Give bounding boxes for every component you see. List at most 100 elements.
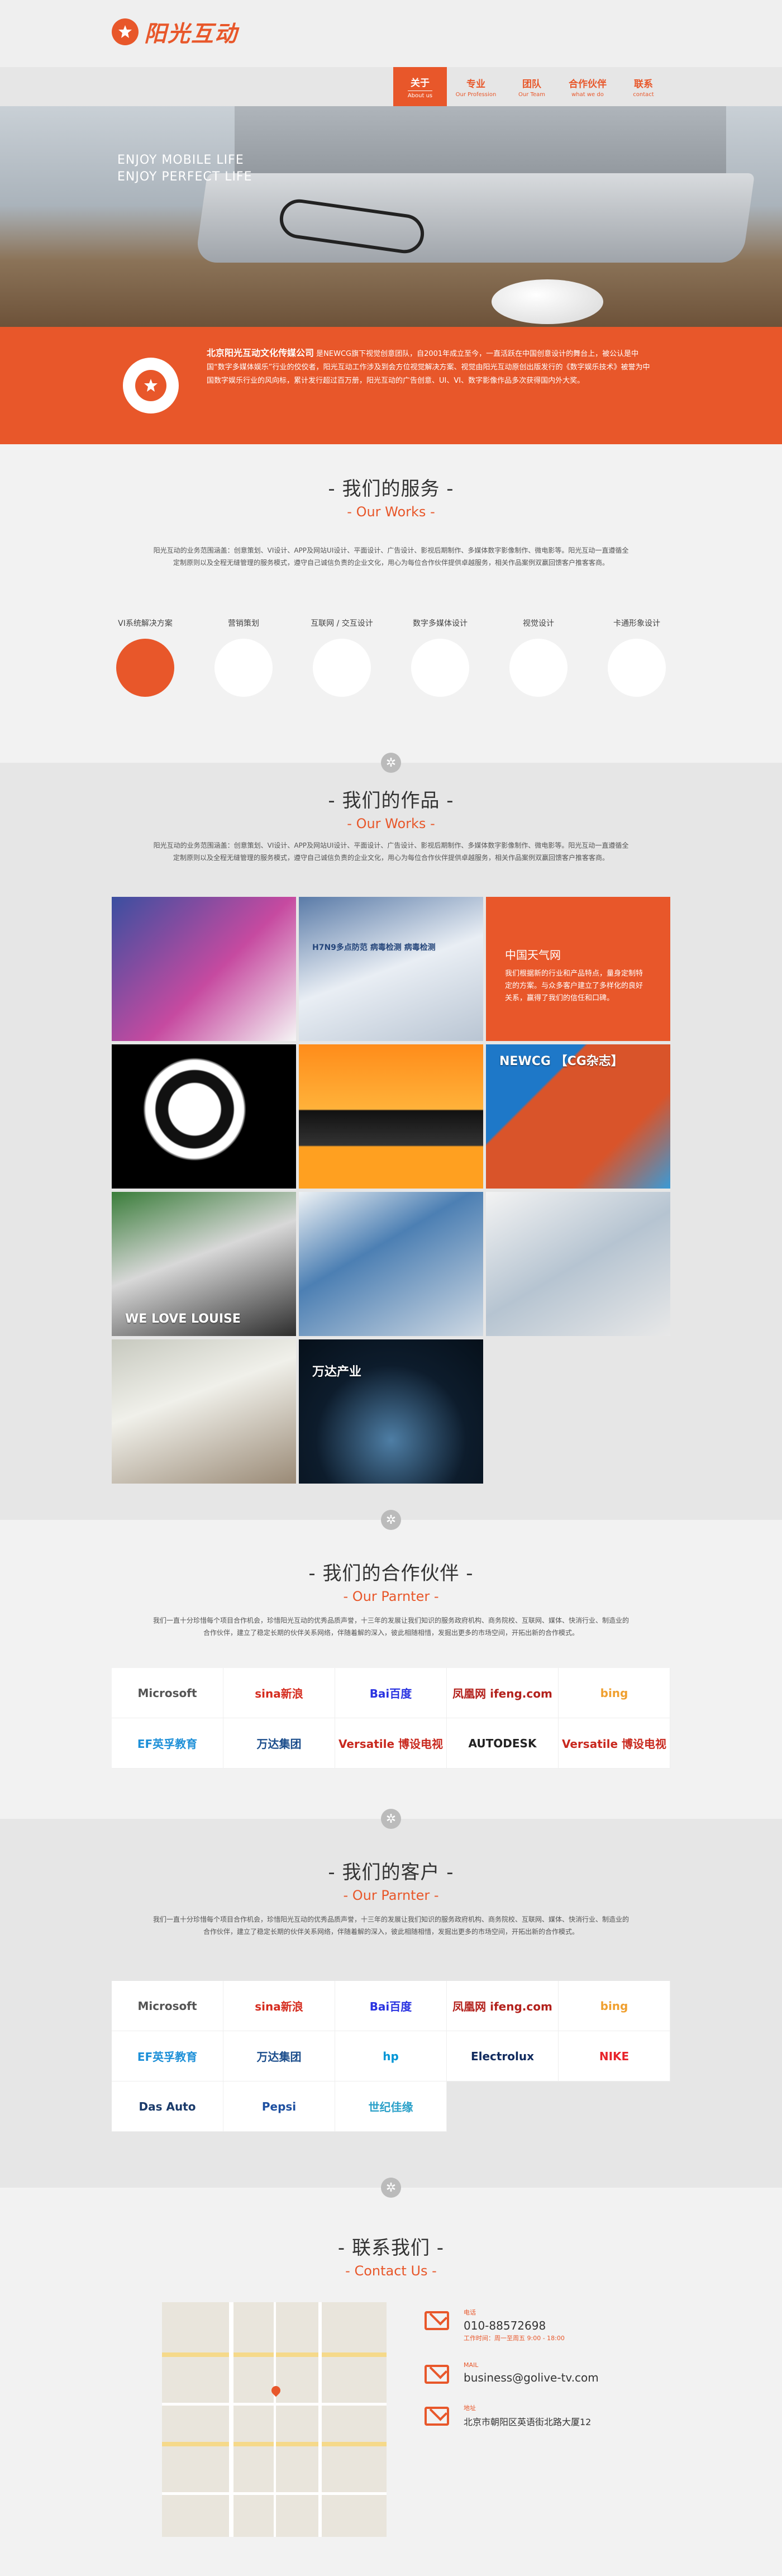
gear-icon: ✲ [381, 2178, 401, 2198]
partners-logo-4[interactable]: bing [559, 1668, 670, 1718]
clients-logo-1[interactable]: sina新浪 [223, 1981, 335, 2031]
hero-banner: ENJOY MOBILE LIFE ENJOY PERFECT LIFE [0, 106, 782, 327]
header: 阳光互动 [0, 0, 782, 67]
partners-title: - 我们的合作伙伴 - - Our Parnter - [308, 1562, 474, 1604]
contact-section: ✲ - 联系我们 - - Contact Us - 电话 010-8857269… [0, 2178, 782, 2565]
work-tile-people[interactable] [112, 1339, 296, 1484]
work-info-text: 我们根据新的行业和产品特点，量身定制特定的方案。与众多客户建立了多样化的良好关系… [505, 969, 643, 1002]
work-tile-caption: WE LOVE LOUISE [125, 1312, 241, 1326]
work-tile-volvo[interactable] [486, 1192, 670, 1336]
partner-logo-grid: Microsoft sina新浪 Bai百度 凤凰网 ifeng.com bing EF英… [112, 1668, 670, 1769]
partners-logo-3[interactable]: 凤凰网 ifeng.com [447, 1668, 559, 1718]
nav-item-sublabel: what we do [571, 91, 604, 98]
contact-address: 地址 北京市朝阳区英语街北路大厦12 [425, 2403, 670, 2428]
service-item-5[interactable]: 卡通形象设计 [603, 617, 670, 697]
nav-bar: 关于 About us 专业 Our Profession 团队 Our Team 合作伙伴… [0, 67, 782, 106]
partners-logo-1[interactable]: sina新浪 [223, 1668, 335, 1718]
service-item-3[interactable]: 数字多媒体设计 [407, 617, 474, 697]
clients-logo-6[interactable]: 万达集团 [223, 2031, 335, 2081]
brand-name: 阳光互动 [144, 21, 238, 47]
mail-icon [425, 2365, 449, 2384]
nav-item-0[interactable]: 关于 About us [393, 67, 447, 106]
works-description: 阳光互动的业务范围涵盖：创意策划、VI设计、APP及网站UI设计、平面设计、广告… [153, 842, 629, 862]
clients-logo-8[interactable]: Electrolux [447, 2031, 559, 2081]
mouse-image [492, 279, 603, 324]
nav-item-1[interactable]: 专业 Our Profession [449, 67, 503, 106]
phone-label: 电话 [464, 2309, 476, 2316]
service-item-0[interactable]: VI系统解决方案 [112, 617, 179, 697]
work-tile-h7n9[interactable]: H7N9多点防范 病毒检测 病毒检测 [299, 897, 483, 1041]
mail-address[interactable]: business@golive-tv.com [464, 2371, 599, 2384]
clients-logo-0[interactable]: Microsoft [112, 1981, 223, 2031]
hero-line-1: ENJOY MOBILE LIFE [117, 153, 244, 167]
service-label: 视觉设计 [523, 619, 554, 628]
partners-logo-6[interactable]: 万达集团 [223, 1718, 335, 1769]
service-item-4[interactable]: 视觉设计 [505, 617, 572, 697]
work-tile-cg-magazine[interactable]: NEWCG 【CG杂志】 [486, 1044, 670, 1189]
sun-icon [135, 370, 166, 401]
service-circle-icon[interactable] [608, 639, 666, 697]
works-grid: H7N9多点防范 病毒检测 病毒检测 中国天气网 我们根据新的行业和产品特点，量… [112, 897, 670, 1484]
partners-section: ✲ - 我们的合作伙伴 - - Our Parnter - 我们一直十分珍惜每个… [0, 1510, 782, 1819]
gear-icon: ✲ [381, 753, 401, 773]
nav-item-3[interactable]: 合作伙伴 what we do [561, 67, 614, 106]
work-tile-magazine[interactable]: WE LOVE LOUISE [112, 1192, 296, 1336]
clients-logo-9[interactable]: NIKE [559, 2031, 670, 2081]
service-item-2[interactable]: 互联网 / 交互设计 [308, 617, 375, 697]
nav-item-sublabel: contact [633, 91, 654, 98]
service-circle-icon[interactable] [313, 639, 371, 697]
partners-logo-2[interactable]: Bai百度 [335, 1668, 447, 1718]
contact-title: - 联系我们 - - Contact Us - [337, 2237, 445, 2279]
service-circle-icon[interactable] [214, 639, 273, 697]
hero-line-2: ENJOY PERFECT LIFE [117, 170, 252, 184]
clients-logo-11[interactable]: Pepsi [223, 2081, 335, 2132]
clients-title-zh: 我们的客户 [342, 1861, 440, 1884]
phone-hours: 工作时间：周一至周五 9:00 - 18:00 [464, 2335, 565, 2342]
works-title: - 我们的作品 - - Our Works - [328, 790, 454, 831]
partners-logo-9[interactable]: Versatile 博设电视 [559, 1718, 670, 1769]
service-circle-icon[interactable] [509, 639, 568, 697]
clients-section: ✲ - 我们的客户 - - Our Parnter - 我们一直十分珍惜每个项目… [0, 1809, 782, 2188]
location-map[interactable] [162, 2302, 387, 2537]
clients-logo-12[interactable]: 世纪佳缘 [335, 2081, 447, 2132]
laptop-image [194, 173, 755, 263]
clients-logo-2[interactable]: Bai百度 [335, 1981, 447, 2031]
work-tile-illustration[interactable] [112, 1044, 296, 1189]
brand-logo[interactable]: 阳光互动 [112, 16, 238, 48]
address-text: 北京市朝阳区英语街北路大厦12 [464, 2417, 592, 2427]
nav-item-label: 关于 [411, 77, 430, 89]
nav-item-2[interactable]: 团队 Our Team [505, 67, 559, 106]
partners-logo-0[interactable]: Microsoft [112, 1668, 223, 1718]
phone-number[interactable]: 010-88572698 [464, 2319, 565, 2332]
nav-item-label: 联系 [634, 78, 653, 90]
work-tile-globe[interactable]: 万达产业 [299, 1339, 483, 1484]
works-section: ✲ - 我们的作品 - - Our Works - 阳光互动的业务范围涵盖：创意… [0, 753, 782, 1520]
clients-logo-5[interactable]: EF英孚教育 [112, 2031, 223, 2081]
service-label: 卡通形象设计 [613, 619, 660, 628]
service-item-1[interactable]: 营销策划 [210, 617, 277, 697]
main-nav: 关于 About us 专业 Our Profession 团队 Our Team 合作伙伴… [391, 67, 670, 106]
clients-logo-3[interactable]: 凤凰网 ifeng.com [447, 1981, 559, 2031]
partners-logo-8[interactable]: AUTODESK [447, 1718, 559, 1769]
service-label: VI系统解决方案 [118, 619, 173, 628]
work-tile-wanda[interactable] [299, 1192, 483, 1336]
services-title: - 我们的服务 - - Our Works - [328, 478, 454, 520]
partners-logo-5[interactable]: EF英孚教育 [112, 1718, 223, 1769]
gear-icon: ✲ [381, 1809, 401, 1829]
work-info-title: 中国天气网 [505, 948, 561, 962]
partners-logo-7[interactable]: Versatile 博设电视 [335, 1718, 447, 1769]
nav-item-label: 合作伙伴 [569, 78, 607, 90]
clients-logo-4[interactable]: bing [559, 1981, 670, 2031]
clients-logo-7[interactable]: hp [335, 2031, 447, 2081]
work-info-card[interactable]: 中国天气网 我们根据新的行业和产品特点，量身定制特定的方案。与众多客户建立了多样… [486, 897, 670, 1041]
contact-title-zh: 联系我们 [352, 2237, 430, 2259]
work-tile-car[interactable] [299, 1044, 483, 1189]
nav-item-4[interactable]: 联系 contact [617, 67, 670, 106]
clients-logo-10[interactable]: Das Auto [112, 2081, 223, 2132]
work-tile-app[interactable] [112, 897, 296, 1041]
service-circle-icon[interactable] [411, 639, 469, 697]
hero-slogan: ENJOY MOBILE LIFE ENJOY PERFECT LIFE [117, 152, 252, 186]
gear-icon: ✲ [381, 1510, 401, 1530]
service-label: 数字多媒体设计 [413, 619, 468, 628]
service-circle-icon[interactable] [116, 639, 174, 697]
